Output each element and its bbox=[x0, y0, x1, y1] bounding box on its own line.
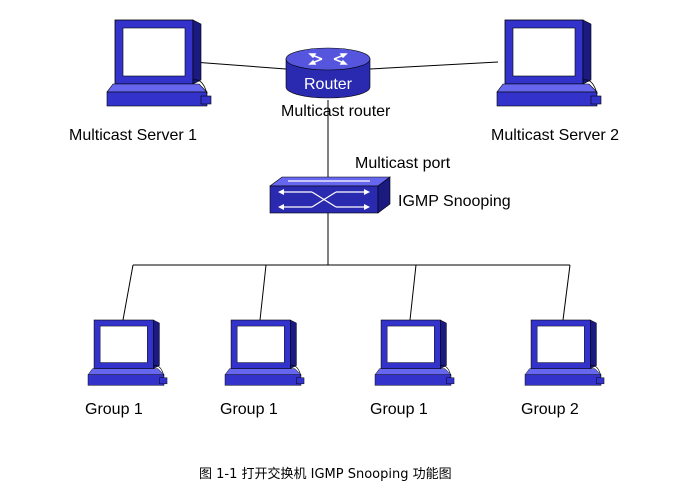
link-bus-group-d bbox=[562, 264, 571, 321]
group-label-d: Group 2 bbox=[521, 401, 579, 418]
link-router-server2 bbox=[369, 61, 499, 70]
group-d-computer-icon bbox=[524, 319, 605, 386]
link-server1-router bbox=[192, 61, 287, 70]
link-bus-group-b bbox=[259, 264, 267, 321]
router-label: Multicast router bbox=[281, 103, 391, 120]
group-a-computer-icon bbox=[87, 319, 168, 386]
network-topology: Router bbox=[87, 19, 605, 386]
group-label-a: Group 1 bbox=[85, 401, 143, 418]
group-b-computer-icon bbox=[224, 319, 305, 386]
group-c-computer-icon bbox=[374, 319, 455, 386]
group-label-c: Group 1 bbox=[370, 401, 428, 418]
figure-caption: 图 1-1 打开交换机 IGMP Snooping 功能图 bbox=[199, 467, 452, 482]
igmp-snooping-label: IGMP Snooping bbox=[398, 193, 511, 210]
link-bus-group-a bbox=[122, 264, 134, 321]
server-1-computer-icon bbox=[106, 19, 212, 107]
switch-icon bbox=[269, 176, 391, 214]
server-1-label: Multicast Server 1 bbox=[69, 127, 198, 144]
group-label-b: Group 1 bbox=[220, 401, 278, 418]
server-2-computer-icon bbox=[496, 19, 602, 107]
server-2-label: Multicast Server 2 bbox=[491, 127, 620, 144]
router-icon-text: Router bbox=[304, 76, 353, 93]
router-icon: Router bbox=[285, 47, 371, 99]
link-bus-group-c bbox=[409, 264, 417, 321]
igmp-snooping-diagram: Router Multicast Server 1 Multicast rout… bbox=[0, 0, 691, 495]
multicast-port-label: Multicast port bbox=[355, 155, 451, 172]
